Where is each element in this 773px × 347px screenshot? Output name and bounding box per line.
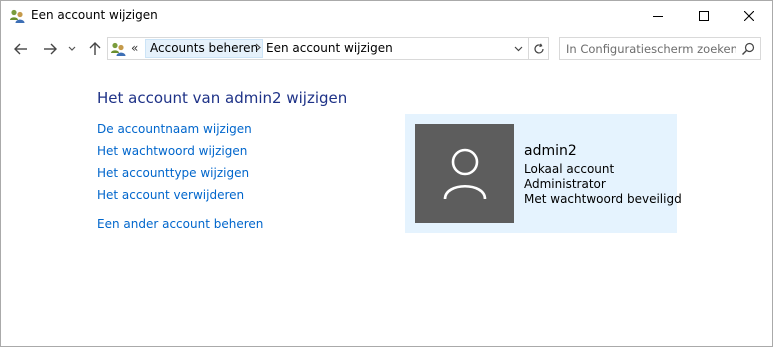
close-button[interactable]: [726, 1, 772, 31]
chevron-down-icon: [514, 46, 522, 51]
account-card: admin2 Lokaal account Administrator Met …: [405, 114, 682, 233]
account-role: Administrator: [524, 177, 606, 191]
control-panel-window: Een account wijzigen « Accounts beheren …: [0, 0, 773, 347]
minimize-button[interactable]: [635, 1, 681, 31]
search-box[interactable]: [559, 37, 761, 60]
account-name: admin2: [524, 143, 577, 159]
change-account-type-link[interactable]: Het accounttype wijzigen: [97, 166, 249, 180]
navigation-bar: « Accounts beheren Een account wijzigen: [1, 35, 772, 63]
account-type: Lokaal account: [524, 162, 615, 176]
manage-other-account-link[interactable]: Een ander account beheren: [97, 217, 263, 231]
search-input[interactable]: [566, 41, 736, 57]
user-accounts-icon: [9, 8, 25, 24]
breadcrumb-separator-chevron-icon[interactable]: [255, 42, 261, 55]
window-title: Een account wijzigen: [31, 8, 158, 22]
chevron-down-icon: [68, 46, 76, 51]
search-icon[interactable]: [740, 41, 756, 57]
refresh-button[interactable]: [528, 38, 549, 59]
delete-account-link[interactable]: Het account verwijderen: [97, 188, 244, 202]
refresh-icon: [534, 43, 544, 54]
arrow-up-icon: [89, 42, 101, 55]
up-button[interactable]: [85, 39, 105, 59]
page-title: Het account van admin2 wijzigen: [97, 89, 348, 107]
avatar: [415, 124, 514, 223]
arrow-left-icon: [14, 43, 27, 55]
user-accounts-icon: [110, 41, 126, 57]
recent-locations-button[interactable]: [65, 39, 79, 59]
breadcrumb-overflow-button[interactable]: «: [131, 41, 138, 55]
user-silhouette-icon: [443, 148, 486, 199]
breadcrumb-accounts-beheren[interactable]: Accounts beheren: [145, 39, 264, 58]
back-button[interactable]: [11, 39, 31, 59]
change-account-name-link[interactable]: De accountnaam wijzigen: [97, 122, 252, 136]
forward-button[interactable]: [40, 39, 60, 59]
address-history-dropdown[interactable]: [508, 38, 528, 59]
account-password-status: Met wachtwoord beveiligd: [524, 192, 682, 206]
title-bar: Een account wijzigen: [1, 1, 772, 31]
address-bar[interactable]: « Accounts beheren Een account wijzigen: [107, 37, 549, 60]
arrow-right-icon: [44, 43, 57, 55]
maximize-button[interactable]: [681, 1, 727, 31]
change-password-link[interactable]: Het wachtwoord wijzigen: [97, 144, 247, 158]
breadcrumb-een-account-wijzigen[interactable]: Een account wijzigen: [266, 41, 393, 55]
